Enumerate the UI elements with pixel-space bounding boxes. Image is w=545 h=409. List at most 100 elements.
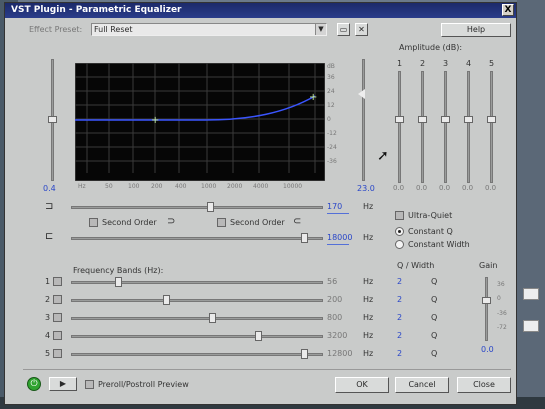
ultra-quiet-label: Ultra-Quiet [408,211,453,220]
amplitude-band-number: 1 [397,59,403,68]
frequency-band-enable-checkbox[interactable] [53,295,62,304]
cancel-button[interactable]: Cancel [395,377,449,393]
amplitude-slider-track[interactable] [421,71,424,183]
right-vertical-slider-thumb[interactable] [358,89,365,99]
window-title: VST Plugin - Parametric Equalizer [11,5,182,15]
high-cut-value: 18000 [327,233,353,242]
save-preset-icon[interactable]: ▭ [337,23,350,36]
second-order-checkbox-2[interactable] [217,218,226,227]
amplitude-band-number: 2 [420,59,426,68]
frequency-band-slider-track[interactable] [71,353,323,356]
amplitude-slider-thumb[interactable] [487,116,496,123]
bottom-separator [23,369,511,370]
low-cut-value: 170 [327,202,343,211]
play-button[interactable]: ▶ [49,377,77,391]
eq-graph[interactable]: + + [74,62,326,182]
gain-slider-track[interactable] [485,277,488,341]
db-tick-label: 12 [327,102,335,109]
gain-tick-label: -72 [497,324,507,331]
power-icon[interactable]: ⏻ [27,377,41,391]
frequency-band-number: 1 [45,277,51,286]
q-width-unit: Q [431,331,438,340]
frequency-band-slider-thumb[interactable] [163,295,170,305]
amplitude-slider-track[interactable] [490,71,493,183]
preview-checkbox[interactable] [85,380,94,389]
db-tick-label: -12 [327,130,337,137]
gain-slider-thumb[interactable] [482,297,491,304]
high-filter-handle[interactable]: + [309,92,317,103]
frequency-band-slider-track[interactable] [71,299,323,302]
frequency-band-unit: Hz [363,295,374,304]
low-filter-handle[interactable]: + [151,115,159,126]
amplitude-slider-thumb[interactable] [441,116,450,123]
amplitude-slider-thumb[interactable] [395,116,404,123]
frequency-band-value: 3200 [327,331,348,340]
high-pass-filter-icon: ⊐ [45,201,54,212]
chevron-down-icon[interactable]: ▼ [315,24,326,35]
low-cut-slider-thumb[interactable] [207,202,214,212]
low-cut-slider-track[interactable] [71,206,323,209]
effect-preset-value: Full Reset [94,25,133,34]
q-width-value: 2 [397,313,403,322]
gain-value: 0.0 [481,345,494,354]
filter-shape-icon: ⊂ [293,216,302,227]
close-button[interactable]: Close [457,377,511,393]
frequency-band-slider-track[interactable] [71,335,323,338]
hz-tick-label: 50 [105,183,113,190]
play-icon: ▶ [59,379,67,388]
background-block [523,320,539,332]
background-app-right [517,0,545,409]
q-width-value: 2 [397,331,403,340]
amplitude-slider-thumb[interactable] [464,116,473,123]
frequency-band-value: 200 [327,295,343,304]
effect-preset-select[interactable]: Full Reset ▼ [91,23,327,36]
q-width-value: 2 [397,349,403,358]
ultra-quiet-checkbox[interactable] [395,211,404,220]
help-button[interactable]: Help [441,23,511,37]
close-window-button[interactable]: X [502,4,514,16]
constant-width-label: Constant Width [408,240,470,249]
high-cut-slider-thumb[interactable] [301,233,308,243]
frequency-band-enable-checkbox[interactable] [53,313,62,322]
amplitude-slider-track[interactable] [398,71,401,183]
frequency-band-slider-thumb[interactable] [209,313,216,323]
frequency-band-slider-thumb[interactable] [301,349,308,359]
amplitude-band-number: 4 [466,59,472,68]
high-cut-slider-track[interactable] [71,237,323,240]
frequency-band-slider-track[interactable] [71,281,323,284]
high-cut-value-underline [327,244,349,245]
gain-tick-label: 0 [497,295,501,302]
hz-tick-label: 10000 [283,183,303,190]
left-vertical-slider-thumb[interactable] [48,116,57,123]
frequency-band-slider-thumb[interactable] [115,277,122,287]
right-vertical-slider-track[interactable] [362,59,365,181]
amplitude-slider-track[interactable] [467,71,470,183]
q-width-unit: Q [431,277,438,286]
q-width-unit: Q [431,313,438,322]
db-tick-label: 36 [327,74,335,81]
frequency-band-value: 12800 [327,349,353,358]
ok-button[interactable]: OK [335,377,389,393]
low-pass-filter-icon: ⊏ [45,231,54,242]
mouse-pointer-icon: ➚ [377,148,389,164]
frequency-band-enable-checkbox[interactable] [53,277,62,286]
frequency-band-enable-checkbox[interactable] [53,349,62,358]
db-axis-label: dB [327,63,335,70]
constant-q-label: Constant Q [408,227,453,236]
frequency-band-slider-track[interactable] [71,317,323,320]
title-bar[interactable]: VST Plugin - Parametric Equalizer X [5,3,516,18]
eq-graph-svg: + + [74,62,326,182]
constant-q-radio[interactable] [395,227,404,236]
frequency-band-slider-thumb[interactable] [255,331,262,341]
q-width-unit: Q [431,349,438,358]
frequency-band-enable-checkbox[interactable] [53,331,62,340]
constant-width-radio[interactable] [395,240,404,249]
second-order-checkbox-1[interactable] [89,218,98,227]
background-block [523,288,539,300]
amplitude-slider-thumb[interactable] [418,116,427,123]
delete-preset-icon[interactable]: ✕ [355,23,368,36]
db-tick-label: 24 [327,88,335,95]
preview-label: Preroll/Postroll Preview [98,380,189,389]
amplitude-slider-track[interactable] [444,71,447,183]
amplitude-band-number: 3 [443,59,449,68]
